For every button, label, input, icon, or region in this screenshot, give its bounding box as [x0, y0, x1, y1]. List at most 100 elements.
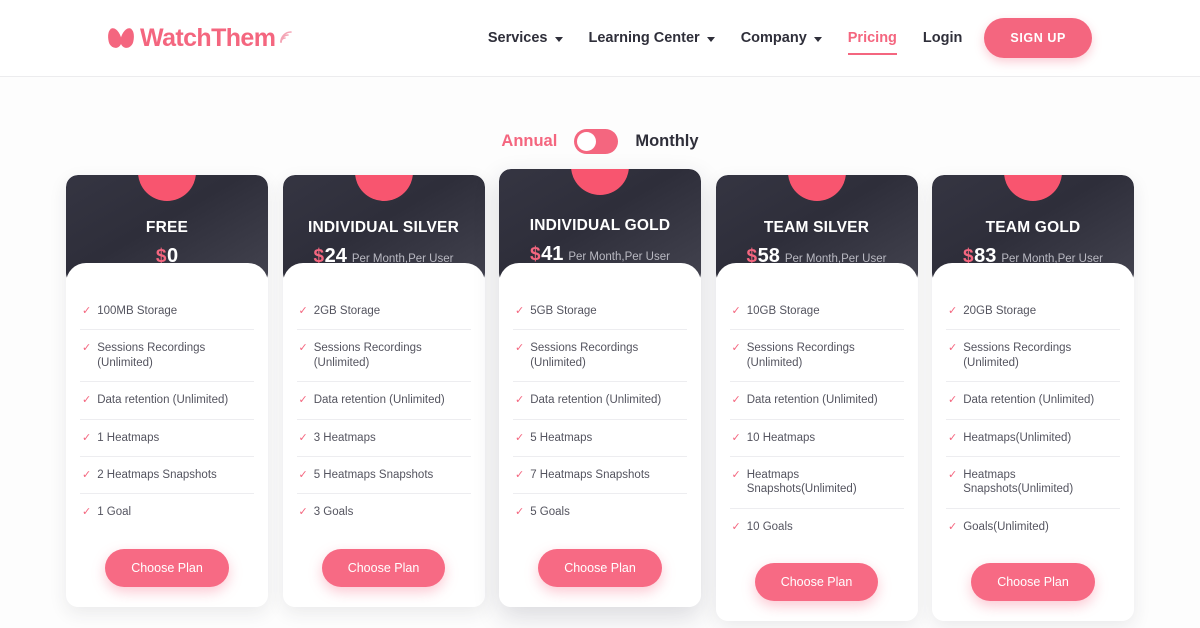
plan-feature-item: ✓ Sessions Recordings (Unlimited) — [946, 330, 1120, 383]
choose-plan-button-wrap: Choose Plan — [946, 563, 1120, 601]
plan-name: FREE — [145, 219, 189, 236]
choose-plan-button[interactable]: Choose Plan — [321, 548, 446, 587]
check-icon: ✓ — [298, 431, 308, 444]
plan-feature-label: 7 Heatmaps Snapshots — [530, 468, 650, 481]
plan-feature-label: Data retention (Unlimited) — [963, 394, 1095, 407]
plan-feature-label: 3 Heatmaps — [313, 431, 376, 444]
plan-feature-item: ✓ 2GB Storage — [296, 293, 471, 331]
check-icon: ✓ — [731, 394, 741, 407]
plan-feature-item: ✓ 1 Heatmaps — [80, 420, 254, 457]
plan-feature-label: 3 Goals — [313, 506, 354, 519]
check-icon: ✓ — [948, 342, 958, 355]
plan-feature-list: ✓ 100MB Storage ✓ Sessions Recordings (Unli… — [80, 293, 254, 531]
plan-feature-item: ✓ Data retention (Unlimited) — [946, 382, 1120, 420]
check-icon: ✓ — [515, 394, 525, 407]
billing-label-annual[interactable]: Annual — [501, 132, 557, 151]
plan-feature-label: 20GB Storage — [963, 305, 1037, 317]
nav-item-login[interactable]: Login — [923, 24, 962, 52]
plan-feature-item: ✓ 10GB Storage — [729, 293, 904, 331]
plan-feature-item: ✓ Heatmaps Snapshots(Unlimited) — [946, 457, 1120, 509]
billing-label-monthly[interactable]: Monthly — [635, 132, 698, 151]
check-icon: ✓ — [515, 506, 525, 519]
plan-feature-label: Sessions Recordings (Unlimited) — [97, 342, 206, 369]
check-icon: ✓ — [731, 468, 741, 481]
main-navigation: Services Learning Center Company Pricing… — [488, 24, 962, 55]
nav-item-learning-center[interactable]: Learning Center — [589, 24, 715, 52]
plan-feature-item: ✓ 10 Heatmaps — [729, 420, 904, 457]
plan-card-body: ✓ 10GB Storage ✓ Sessions Recordings (Unlim… — [715, 263, 918, 621]
plan-feature-list: ✓ 2GB Storage ✓ Sessions Recordings (Unlimi… — [296, 293, 471, 531]
plan-feature-label: 1 Heatmaps — [97, 431, 160, 444]
active-nav-underline — [847, 53, 897, 55]
pricing-page: Annual Monthly FREE $0 ✓ 100MB Storage ✓ Sess… — [0, 77, 1200, 628]
nav-item-pricing[interactable]: Pricing — [847, 24, 897, 55]
nav-label: Login — [922, 30, 963, 46]
header-circle-decoration — [787, 175, 846, 201]
choose-plan-button[interactable]: Choose Plan — [105, 548, 229, 587]
plan-feature-item: ✓ Data retention (Unlimited) — [513, 382, 687, 420]
plan-feature-item: ✓ Sessions Recordings (Unlimited) — [80, 330, 254, 383]
plan-feature-label: 5GB Storage — [530, 305, 597, 317]
header-circle-decoration — [354, 175, 413, 201]
plan-feature-item: ✓ Sessions Recordings (Unlimited) — [513, 330, 687, 383]
check-icon: ✓ — [82, 506, 92, 519]
plan-name: TEAM GOLD — [985, 219, 1081, 236]
plan-feature-item: ✓ 100MB Storage — [80, 293, 254, 331]
plan-feature-label: 5 Goals — [530, 506, 570, 519]
site-header: WatchThem Services Learning Center Compa… — [0, 0, 1200, 77]
plan-feature-label: Heatmaps(Unlimited) — [963, 431, 1072, 444]
nav-item-services[interactable]: Services — [488, 24, 563, 52]
plan-name: INDIVIDUAL GOLD — [529, 217, 671, 234]
plan-feature-item: ✓ 10 Goals — [730, 509, 904, 545]
plan-feature-item: ✓ Heatmaps Snapshots(Unlimited) — [729, 457, 904, 509]
choose-plan-button-wrap: Choose Plan — [730, 563, 904, 601]
plan-card-body: ✓ 5GB Storage ✓ Sessions Recordings (Unlimi… — [499, 263, 701, 607]
header-circle-decoration — [1004, 175, 1062, 201]
plan-feature-item: ✓ Heatmaps(Unlimited) — [946, 420, 1120, 457]
billing-period-toggle: Annual Monthly — [0, 77, 1200, 154]
plan-feature-label: 2GB Storage — [313, 305, 381, 317]
choose-plan-button[interactable]: Choose Plan — [538, 548, 662, 587]
check-icon: ✓ — [298, 342, 308, 355]
plan-feature-item: ✓ 20GB Storage — [946, 293, 1120, 331]
plan-feature-item: ✓ 3 Goals — [297, 494, 471, 530]
plan-feature-label: Data retention (Unlimited) — [97, 394, 229, 407]
check-icon: ✓ — [298, 506, 308, 519]
choose-plan-button-wrap: Choose Plan — [513, 548, 687, 587]
check-icon: ✓ — [298, 394, 308, 407]
check-icon: ✓ — [731, 305, 741, 317]
plan-feature-label: Sessions Recordings (Unlimited) — [963, 342, 1072, 369]
choose-plan-button[interactable]: Choose Plan — [754, 563, 879, 601]
plan-feature-item: ✓ 5 Heatmaps Snapshots — [296, 457, 471, 495]
billing-toggle-switch[interactable] — [574, 129, 619, 154]
site-logo[interactable]: WatchThem — [105, 23, 294, 52]
check-icon: ✓ — [298, 305, 308, 317]
plan-feature-label: 10 Heatmaps — [746, 431, 816, 444]
plan-feature-item: ✓ 1 Goal — [80, 494, 254, 530]
logo-text: WatchThem — [140, 23, 276, 52]
plan-card: INDIVIDUAL GOLD $41 Per Month,Per User ✓ 5GB… — [499, 169, 701, 607]
plan-feature-item: ✓ 2 Heatmaps Snapshots — [80, 457, 254, 495]
plan-feature-label: Sessions Recordings (Unlimited) — [530, 342, 639, 369]
plan-card-body: ✓ 2GB Storage ✓ Sessions Recordings (Unlimi… — [282, 263, 485, 607]
check-icon: ✓ — [948, 305, 958, 317]
nav-item-company[interactable]: Company — [741, 24, 822, 52]
plan-feature-label: Data retention (Unlimited) — [746, 394, 878, 407]
check-icon: ✓ — [731, 520, 741, 533]
watchthem-logo-icon — [105, 26, 138, 50]
check-icon: ✓ — [515, 305, 525, 317]
nav-label: Pricing — [847, 30, 897, 46]
check-icon: ✓ — [298, 468, 308, 481]
plan-card: FREE $0 ✓ 100MB Storage ✓ Sessions Recordings… — [66, 175, 268, 607]
plan-feature-list: ✓ 20GB Storage ✓ Sessions Recordings (Unlim… — [946, 293, 1120, 545]
sign-up-button[interactable]: SIGN UP — [984, 18, 1092, 58]
check-icon: ✓ — [948, 431, 958, 444]
plan-name: INDIVIDUAL SILVER — [308, 219, 459, 236]
plan-feature-label: Sessions Recordings (Unlimited) — [746, 342, 855, 369]
choose-plan-button[interactable]: Choose Plan — [971, 563, 1095, 601]
plan-feature-label: 2 Heatmaps Snapshots — [97, 468, 217, 481]
plan-feature-label: 100MB Storage — [97, 305, 178, 317]
check-icon: ✓ — [82, 394, 92, 407]
price-period: Per Month,Per User — [568, 251, 670, 264]
plan-feature-label: 10GB Storage — [746, 305, 820, 317]
